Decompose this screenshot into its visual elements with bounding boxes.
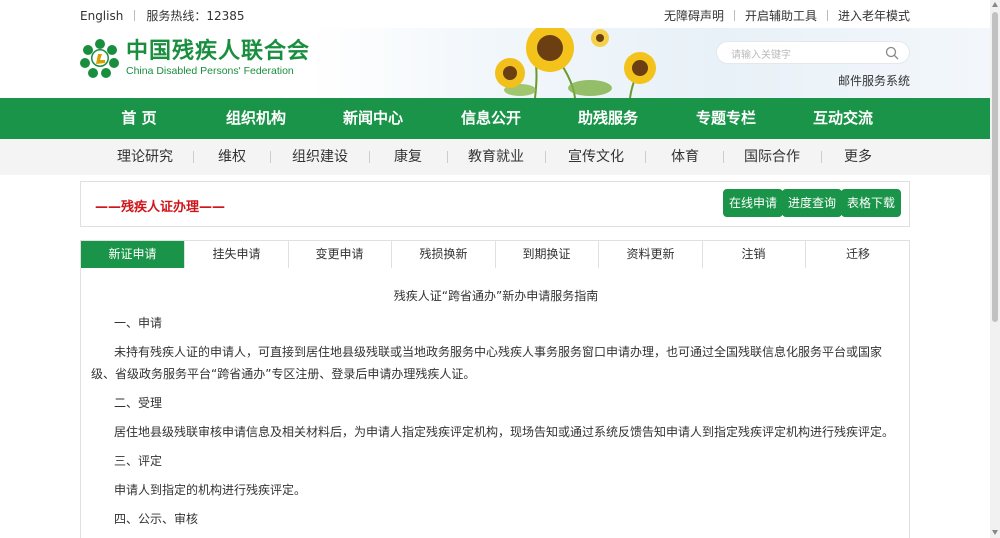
service-hotline: 服务热线：12385 bbox=[146, 9, 245, 23]
search-box[interactable]: 请输入关键字 bbox=[716, 41, 910, 64]
accessibility-statement-link[interactable]: 无障碍声明 bbox=[664, 7, 724, 24]
tab-report-loss[interactable]: 挂失申请 bbox=[185, 241, 289, 268]
section-heading-accept: 二、受理 bbox=[114, 396, 163, 410]
subnav-rights[interactable]: 维权 bbox=[207, 139, 257, 175]
nav-special-topics[interactable]: 专题专栏 bbox=[676, 98, 776, 139]
tab-transfer[interactable]: 迁移 bbox=[806, 241, 910, 268]
page-scrollbar[interactable] bbox=[990, 0, 1000, 538]
subnav-org-building[interactable]: 组织建设 bbox=[285, 139, 355, 175]
nav-organization[interactable]: 组织机构 bbox=[206, 98, 306, 139]
paragraph-assess: 申请人到指定的机构进行残疾评定。 bbox=[114, 483, 307, 497]
top-utility-bar: English 服务热线：12385 无障碍声明 开启辅助工具 进入老年模式 bbox=[0, 0, 990, 28]
section-heading-apply: 一、申请 bbox=[114, 316, 163, 330]
nav-services[interactable]: 助残服务 bbox=[558, 98, 658, 139]
tab-cancel[interactable]: 注销 bbox=[702, 241, 806, 268]
divider bbox=[821, 151, 822, 163]
subnav-publicity-culture[interactable]: 宣传文化 bbox=[561, 139, 631, 175]
tab-damaged-replacement[interactable]: 残损换新 bbox=[392, 241, 496, 268]
nav-home[interactable]: 首 页 bbox=[89, 98, 189, 139]
logo-english-name: China Disabled Persons' Federation bbox=[126, 65, 294, 77]
subnav-more[interactable]: 更多 bbox=[837, 139, 879, 175]
divider bbox=[826, 10, 828, 21]
federation-emblem-icon bbox=[80, 39, 119, 78]
scroll-down-icon[interactable] bbox=[992, 530, 998, 535]
scrollbar-thumb[interactable] bbox=[992, 12, 998, 322]
subnav-international[interactable]: 国际合作 bbox=[737, 139, 807, 175]
online-apply-button[interactable]: 在线申请 bbox=[723, 189, 784, 217]
divider bbox=[733, 10, 735, 21]
assist-tools-link[interactable]: 开启辅助工具 bbox=[745, 7, 817, 24]
subnav-sports[interactable]: 体育 bbox=[660, 139, 710, 175]
nav-news-center[interactable]: 新闻中心 bbox=[323, 98, 423, 139]
subnav-education-employment[interactable]: 教育就业 bbox=[461, 139, 531, 175]
tab-new-certificate[interactable]: 新证申请 bbox=[81, 241, 185, 268]
service-tabs: 新证申请 挂失申请 变更申请 残损换新 到期换证 资料更新 注销 迁移 bbox=[80, 240, 910, 269]
divider bbox=[645, 151, 646, 163]
english-link[interactable]: English bbox=[80, 9, 123, 23]
divider bbox=[723, 151, 724, 163]
paragraph-apply: 未持有残疾人证的申请人，可直接到居住地县级残联或当地政务服务中心残疾人事务服务窗… bbox=[91, 345, 883, 381]
sunflower-banner-image bbox=[495, 28, 656, 98]
divider bbox=[270, 151, 271, 163]
search-input[interactable]: 请输入关键字 bbox=[731, 46, 791, 61]
divider bbox=[369, 151, 370, 163]
progress-query-button[interactable]: 进度查询 bbox=[782, 189, 843, 217]
section-heading-assess: 三、评定 bbox=[114, 454, 163, 468]
elder-mode-link[interactable]: 进入老年模式 bbox=[838, 7, 910, 24]
divider bbox=[134, 10, 136, 21]
tab-expiry-renewal[interactable]: 到期换证 bbox=[495, 241, 599, 268]
secondary-navigation: 理论研究 维权 组织建设 康复 教育就业 宣传文化 体育 国际合作 更多 bbox=[0, 139, 990, 175]
tab-change[interactable]: 变更申请 bbox=[288, 241, 392, 268]
subnav-theory-research[interactable]: 理论研究 bbox=[110, 139, 180, 175]
main-navigation: 首 页 组织机构 新闻中心 信息公开 助残服务 专题专栏 互动交流 bbox=[0, 98, 990, 139]
site-logo[interactable]: 中国残疾人联合会 China Disabled Persons' Federat… bbox=[80, 38, 310, 78]
section-title: ——残疾人证办理—— bbox=[95, 200, 226, 215]
nav-information-disclosure[interactable]: 信息公开 bbox=[441, 98, 541, 139]
mail-system-link[interactable]: 邮件服务系统 bbox=[838, 72, 910, 89]
tab-info-update[interactable]: 资料更新 bbox=[599, 241, 703, 268]
divider bbox=[545, 151, 546, 163]
site-header: 中国残疾人联合会 China Disabled Persons' Federat… bbox=[0, 28, 990, 98]
paragraph-accept: 居住地县级残联审核申请信息及相关材料后，为申请人指定残疾评定机构，现场告知或通过… bbox=[114, 425, 895, 439]
divider bbox=[193, 151, 194, 163]
nav-interaction[interactable]: 互动交流 bbox=[793, 98, 893, 139]
section-header-box: ——残疾人证办理—— 在线申请 进度查询 表格下载 bbox=[80, 181, 910, 227]
search-icon[interactable] bbox=[885, 46, 899, 60]
scroll-up-icon[interactable] bbox=[992, 2, 998, 7]
divider bbox=[447, 151, 448, 163]
document-title: 残疾人证“跨省通办”新办申请服务指南 bbox=[393, 289, 599, 303]
section-heading-publicity: 四、公示、审核 bbox=[114, 512, 199, 526]
form-download-button[interactable]: 表格下载 bbox=[841, 189, 902, 217]
guide-content: 残疾人证“跨省通办”新办申请服务指南 一、申请 未持有残疾人证的申请人，可直接到… bbox=[80, 268, 910, 538]
subnav-rehabilitation[interactable]: 康复 bbox=[383, 139, 433, 175]
logo-chinese-name: 中国残疾人联合会 bbox=[126, 39, 311, 64]
